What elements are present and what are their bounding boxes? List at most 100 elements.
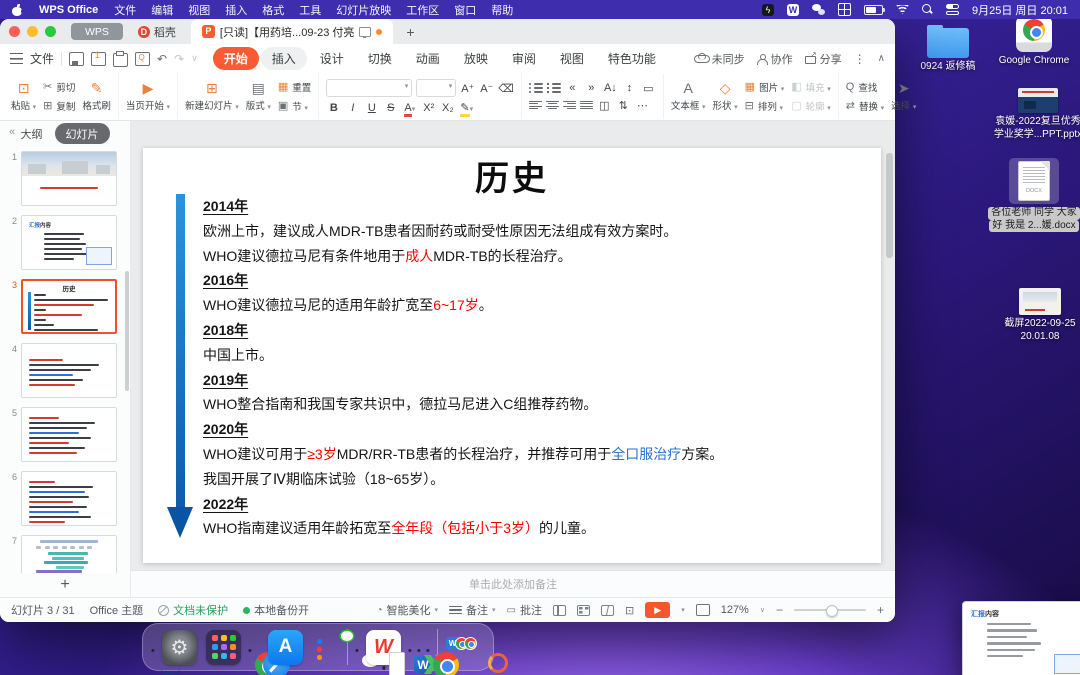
- text-direction-icon[interactable]: A↓: [603, 82, 618, 94]
- align-right-icon[interactable]: [563, 100, 576, 111]
- slide-body-text[interactable]: 2014年欧洲上市，建议成人MDR-TB患者因耐药或耐受性原因无法组成有效方案时…: [203, 194, 865, 541]
- slide-thumbnail-1[interactable]: [21, 151, 117, 206]
- app-s-icon[interactable]: ϟ: [762, 4, 774, 16]
- desktop-icon-folder[interactable]: 0924 返修稿: [902, 24, 994, 74]
- bold-button[interactable]: B: [326, 102, 341, 114]
- theme-beautify-icon[interactable]: ⊡: [625, 604, 634, 617]
- wifi-icon[interactable]: [896, 5, 909, 15]
- redo-icon[interactable]: ↷: [174, 52, 184, 66]
- apple-menu-icon[interactable]: [12, 4, 23, 16]
- more-menu-icon[interactable]: ⋮: [854, 52, 866, 66]
- bullets-icon[interactable]: [529, 83, 543, 94]
- superscript-button[interactable]: X²: [421, 102, 436, 114]
- menubar-item-编辑[interactable]: 编辑: [151, 2, 173, 18]
- ribbon-tab-放映[interactable]: 放映: [453, 47, 499, 70]
- play-slideshow-button[interactable]: ▶: [645, 602, 670, 618]
- input-grid-icon[interactable]: [838, 3, 851, 16]
- slide-thumbnail-2[interactable]: 汇报内容: [21, 215, 117, 270]
- new-slide-button[interactable]: ⊞新建幻灯片 ▾: [185, 81, 239, 112]
- search-icon[interactable]: [922, 4, 933, 15]
- italic-button[interactable]: I: [345, 102, 360, 114]
- battery-icon[interactable]: [864, 5, 883, 15]
- undo-icon[interactable]: ↶: [157, 52, 167, 66]
- menubar-item-帮助[interactable]: 帮助: [491, 2, 513, 18]
- dock-item-settings[interactable]: ⚙: [162, 630, 197, 665]
- tab-outline[interactable]: 大纲: [21, 126, 43, 142]
- desktop-icon-screenshot[interactable]: 截屏2022-09-2520.01.08: [994, 288, 1080, 343]
- menubar-clock[interactable]: 9月25日 周日 20:01: [972, 2, 1068, 18]
- align-center-icon[interactable]: [546, 100, 559, 111]
- line-spacing-icon[interactable]: ↕: [622, 82, 637, 94]
- desktop-icon-chrome-disk[interactable]: Google Chrome: [988, 16, 1080, 68]
- control-center-icon[interactable]: [946, 4, 959, 15]
- numbering-icon[interactable]: [547, 83, 561, 94]
- zoom-in-button[interactable]: +: [877, 603, 884, 617]
- zoom-out-button[interactable]: −: [776, 603, 783, 617]
- slide-title[interactable]: 历史: [143, 151, 881, 200]
- zoom-slider-knob[interactable]: [826, 605, 838, 617]
- ribbon-tab-动画[interactable]: 动画: [405, 47, 451, 70]
- align-justify-icon[interactable]: [580, 100, 593, 111]
- theme-name[interactable]: Office 主题: [90, 602, 144, 618]
- ribbon-tab-特色功能[interactable]: 特色功能: [597, 47, 667, 70]
- insert-picture-button[interactable]: ▦图片 ▾: [745, 80, 785, 95]
- font-size-combo[interactable]: [416, 79, 456, 97]
- beautify-button[interactable]: ◔智能美化▾: [376, 602, 438, 618]
- outdent-icon[interactable]: «: [565, 82, 580, 94]
- menubar-item-幻灯片放映[interactable]: 幻灯片放映: [336, 2, 391, 18]
- highlight-button[interactable]: ✎▾: [459, 101, 474, 114]
- zoom-button[interactable]: [45, 26, 56, 37]
- more-paragraph-icon[interactable]: ⋯: [635, 99, 650, 112]
- slide-thumbnail-5[interactable]: [21, 407, 117, 462]
- reset-button[interactable]: ▦重置: [278, 80, 311, 95]
- layout-button[interactable]: ▤版式 ▾: [246, 81, 271, 112]
- fit-slide-icon[interactable]: [696, 604, 710, 616]
- desktop-icon-ppt[interactable]: 袁媛-2022复旦优秀学业奖学...PPT.pptx: [992, 88, 1080, 141]
- find-button[interactable]: Q查找: [846, 80, 884, 95]
- more-history-icon[interactable]: ∨: [191, 53, 198, 64]
- notes-button[interactable]: 备注▾: [449, 602, 496, 618]
- slide-sorter-icon[interactable]: [577, 605, 590, 616]
- menubar-item-格式[interactable]: 格式: [262, 2, 284, 18]
- zoom-slider[interactable]: [794, 609, 866, 611]
- play-from-current-button[interactable]: ▶当页开始 ▾: [126, 81, 170, 112]
- menubar-item-插入[interactable]: 插入: [225, 2, 247, 18]
- panel-scrollbar[interactable]: [125, 271, 129, 391]
- font-name-combo[interactable]: [326, 79, 412, 97]
- clear-format-button[interactable]: ⌫: [498, 82, 514, 95]
- select-button[interactable]: ➤选择 ▾: [891, 81, 916, 112]
- copy-button[interactable]: ⊞复制: [43, 99, 75, 114]
- zoom-caret[interactable]: ∨: [760, 606, 765, 614]
- align-left-icon[interactable]: [529, 100, 542, 111]
- paste-button[interactable]: ⊡粘贴 ▾: [11, 81, 36, 112]
- share-button[interactable]: 分享: [805, 51, 842, 67]
- minimize-button[interactable]: [27, 26, 38, 37]
- menubar-app-name[interactable]: WPS Office: [39, 4, 98, 16]
- collapse-panel-icon[interactable]: «: [9, 126, 15, 138]
- slide-thumbnail-7[interactable]: [21, 535, 117, 573]
- menubar-item-窗口[interactable]: 窗口: [454, 2, 476, 18]
- zoom-level[interactable]: 127%: [721, 604, 749, 616]
- underline-button[interactable]: U: [364, 102, 379, 114]
- cut-button[interactable]: ✂剪切: [43, 80, 75, 95]
- dock-item-appstore[interactable]: A: [268, 630, 303, 665]
- protect-status[interactable]: 文档未保护: [158, 602, 228, 618]
- slide[interactable]: 历史 2014年欧洲上市，建议成人MDR-TB患者因耐药或耐受性原因无法组成有效…: [143, 148, 881, 563]
- fill-button[interactable]: ◧填充 ▾: [791, 80, 831, 95]
- insert-textbox-button[interactable]: A文本框 ▾: [671, 81, 706, 112]
- close-button[interactable]: [9, 26, 20, 37]
- menubar-item-文件[interactable]: 文件: [114, 2, 136, 18]
- canvas-scrollbar[interactable]: [886, 153, 893, 258]
- add-slide-button[interactable]: +: [0, 573, 130, 597]
- subscript-button[interactable]: X₂: [440, 102, 455, 114]
- comments-button[interactable]: ▭批注: [507, 602, 542, 618]
- play-options-caret[interactable]: ▾: [681, 606, 685, 614]
- increase-font-button[interactable]: A⁺: [460, 82, 475, 95]
- dock-item-reminders[interactable]: [312, 635, 329, 659]
- dock-item-launchpad[interactable]: [206, 630, 241, 665]
- tab-document[interactable]: P [只读]【用药培...09-23 付亮: [191, 19, 393, 44]
- collaborate-button[interactable]: 协作: [757, 51, 793, 67]
- ribbon-tab-开始[interactable]: 开始: [213, 47, 259, 70]
- normal-view-icon[interactable]: [553, 605, 566, 616]
- file-menu[interactable]: 文件: [30, 50, 54, 67]
